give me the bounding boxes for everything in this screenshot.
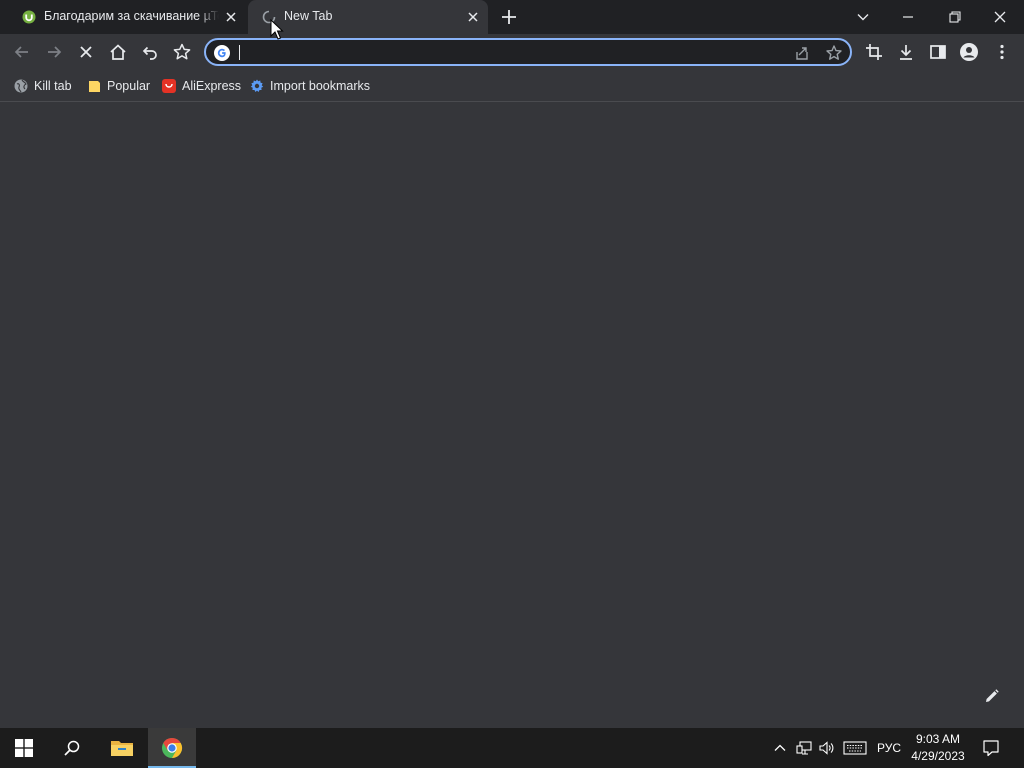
minimize-button[interactable] [898, 7, 918, 27]
file-explorer-button[interactable] [98, 728, 146, 768]
text-caret [239, 45, 240, 60]
home-button[interactable] [108, 42, 128, 62]
bookmark-label: Import bookmarks [270, 79, 371, 93]
bookmark-folder-popular[interactable]: Popular [87, 76, 150, 96]
mouse-cursor-icon [270, 19, 284, 40]
bookmark-kill-tab[interactable]: Kill tab [14, 76, 72, 96]
share-icon[interactable] [793, 44, 811, 62]
restore-button[interactable] [945, 7, 965, 27]
bookmark-import[interactable]: Import bookmarks [250, 76, 370, 96]
bookmarks-bar: Kill tab Popular AliExpress Import bookm… [0, 70, 1024, 102]
windows-icon [15, 739, 33, 757]
download-icon[interactable] [896, 42, 916, 62]
chrome-icon [162, 737, 183, 759]
undo-close-tab-button[interactable] [140, 42, 160, 62]
aliexpress-icon [162, 79, 176, 93]
toolbar [0, 34, 1024, 70]
clock[interactable]: 9:03 AM 4/29/2023 [906, 731, 970, 765]
crop-icon[interactable] [864, 42, 884, 62]
bookmark-label: AliExpress [182, 79, 242, 93]
start-button[interactable] [0, 728, 48, 768]
taskbar-search-button[interactable] [48, 728, 96, 768]
bookmark-label: Kill tab [34, 79, 72, 93]
bookmark-label: Popular [107, 79, 151, 93]
customize-pencil-icon[interactable] [984, 688, 1000, 704]
notification-icon[interactable] [982, 739, 1000, 757]
star-icon[interactable] [172, 42, 192, 62]
clock-date: 4/29/2023 [911, 749, 965, 763]
tab-utorrent[interactable]: Благодарим за скачивание µTorrent [8, 0, 246, 34]
more-menu-icon[interactable] [992, 42, 1012, 62]
network-icon[interactable] [796, 740, 812, 756]
back-button[interactable] [12, 42, 32, 62]
side-panel-icon[interactable] [928, 42, 948, 62]
utorrent-icon [22, 10, 36, 24]
touch-keyboard-icon[interactable] [843, 740, 867, 756]
gear-icon [250, 79, 264, 92]
tab-title: New Tab [284, 9, 333, 23]
show-hidden-icons-icon[interactable] [772, 740, 788, 756]
folder-icon [89, 81, 100, 92]
tab-search-button[interactable] [853, 7, 873, 27]
globe-icon [14, 79, 28, 93]
google-icon [214, 45, 230, 61]
omnibox[interactable] [204, 38, 852, 66]
volume-icon[interactable] [818, 740, 834, 756]
tab-strip: Благодарим за скачивание µTorrent New Ta… [0, 0, 1024, 34]
chrome-taskbar-button[interactable] [148, 728, 196, 768]
close-icon[interactable] [224, 10, 238, 24]
close-icon[interactable] [466, 10, 480, 24]
search-icon [64, 740, 80, 756]
forward-button[interactable] [44, 42, 64, 62]
tab-new-tab[interactable]: New Tab [248, 0, 488, 34]
clock-time: 9:03 AM [915, 732, 961, 746]
bookmark-aliexpress[interactable]: AliExpress [162, 76, 241, 96]
new-tab-button[interactable] [500, 8, 518, 26]
bookmark-star-icon[interactable] [825, 44, 843, 62]
stop-loading-button[interactable] [76, 42, 96, 62]
tab-title: Благодарим за скачивание µTorrent [44, 9, 219, 23]
file-explorer-icon [111, 741, 133, 756]
profile-icon[interactable] [959, 42, 979, 62]
page-content [0, 102, 1024, 728]
language-indicator[interactable]: РУС [877, 741, 901, 755]
address-input[interactable] [236, 43, 756, 61]
close-window-button[interactable] [990, 7, 1010, 27]
taskbar: РУС 9:03 AM 4/29/2023 [0, 728, 1024, 768]
